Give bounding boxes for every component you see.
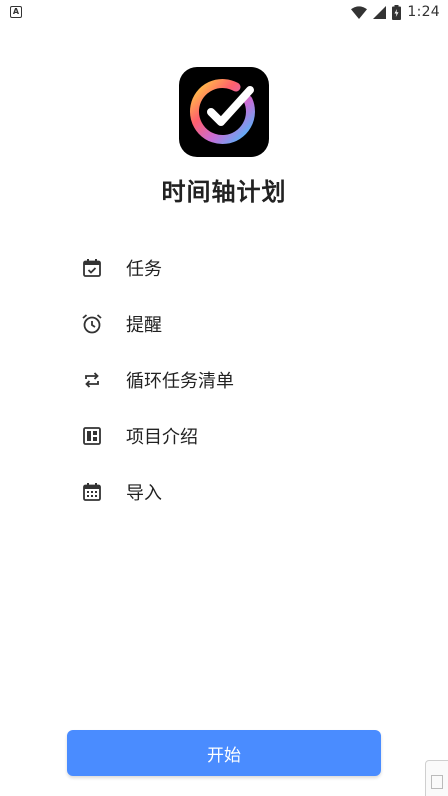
status-right: 1:24: [351, 4, 440, 20]
calendar-grid-icon: [80, 480, 104, 504]
battery-icon: [392, 4, 402, 20]
screen: A 1:24 时间轴计划 任务 提醒 循环任务清单 项目介绍 导入 开始: [0, 0, 448, 796]
feature-item-reminder: 提醒: [80, 296, 380, 352]
feature-label-tasks: 任务: [126, 259, 162, 280]
feature-list: 任务 提醒 循环任务清单 项目介绍 导入: [80, 240, 380, 520]
status-left: A: [10, 6, 22, 18]
start-button[interactable]: 开始: [67, 730, 381, 776]
feature-label-recurring: 循环任务清单: [126, 371, 234, 392]
app-title: 时间轴计划: [161, 178, 287, 206]
feature-item-tasks: 任务: [80, 240, 380, 296]
signal-icon: [373, 5, 387, 19]
feature-label-import: 导入: [126, 483, 162, 504]
feature-label-intro: 项目介绍: [126, 427, 198, 448]
feature-item-import: 导入: [80, 464, 380, 520]
calendar-check-icon: [80, 256, 104, 280]
repeat-icon: [80, 368, 104, 392]
checkmark-ring-icon: [190, 79, 255, 144]
corner-thumbnail: [425, 760, 448, 796]
dashboard-icon: [80, 424, 104, 448]
feature-item-recurring: 循环任务清单: [80, 352, 380, 408]
status-bar: A 1:24: [0, 0, 448, 24]
status-time: 1:24: [407, 4, 440, 20]
app-logo: [179, 67, 269, 157]
notification-icon: A: [10, 6, 22, 18]
alarm-clock-icon: [80, 312, 104, 336]
feature-label-reminder: 提醒: [126, 315, 162, 336]
wifi-icon: [351, 5, 368, 19]
feature-item-intro: 项目介绍: [80, 408, 380, 464]
